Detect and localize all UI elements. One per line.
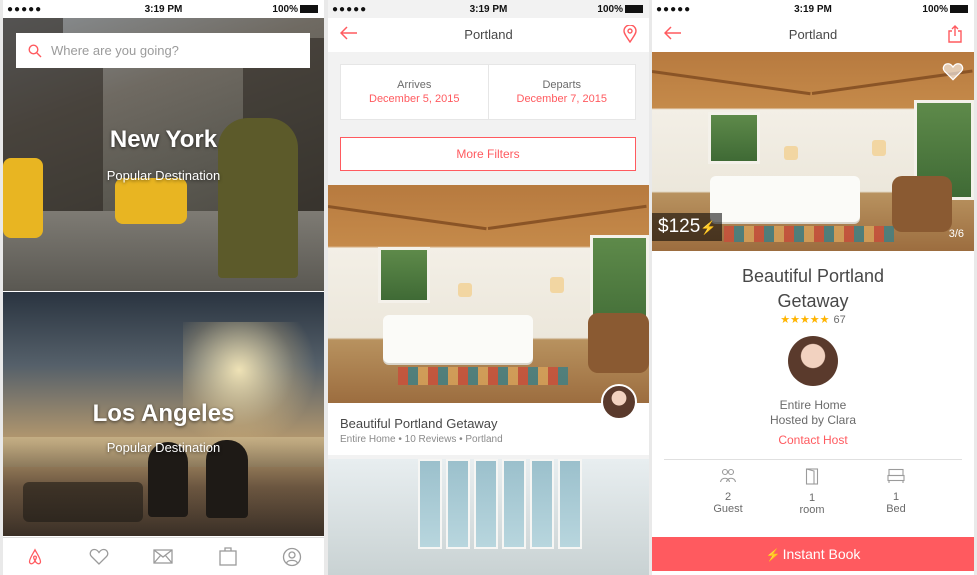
screen-explore: ●●●●● 3:19 PM 100% New York Popular Dest… — [3, 0, 324, 575]
arrives-date: December 5, 2015 — [369, 93, 460, 105]
battery-icon — [625, 5, 643, 13]
destination-card-los-angeles[interactable]: Los Angeles Popular Destination — [3, 292, 324, 536]
amenity-value: 1 — [892, 491, 900, 503]
battery-indicator: 100% — [597, 4, 643, 15]
home-type: Entire Home — [779, 398, 847, 412]
destination-title: New York — [109, 126, 218, 153]
amenity-value: 1 — [808, 492, 816, 504]
listing-title: Beautiful Portland Getaway — [741, 266, 885, 311]
listing-card[interactable]: Beautiful Portland Getaway Entire Home •… — [328, 403, 649, 455]
destination-subtitle: Popular Destination — [106, 440, 221, 455]
listing-name: Beautiful Portland Getaway — [340, 416, 498, 431]
amenity-label: Bed — [886, 503, 906, 515]
nav-bar: Portland — [328, 18, 649, 52]
door-icon — [805, 468, 819, 485]
page-title: Portland — [464, 27, 513, 42]
battery-indicator: 100% — [272, 4, 318, 15]
status-bar: ●●●●● 3:19 PM 100% — [652, 0, 974, 18]
status-bar: ●●●●● 3:19 PM 100% — [328, 0, 649, 18]
destination-subtitle: Popular Destination — [106, 168, 221, 183]
map-pin-icon[interactable] — [623, 24, 637, 48]
tab-bar — [3, 537, 324, 575]
share-icon[interactable] — [948, 25, 962, 48]
listing-meta: Entire Home • 10 Reviews • Portland — [340, 434, 503, 445]
amenity-guests: 2 Guest — [688, 468, 768, 515]
departs-date: December 7, 2015 — [516, 93, 608, 105]
listing-photo-next[interactable] — [328, 459, 649, 575]
battery-icon — [300, 5, 318, 13]
amenity-beds: 1 Bed — [856, 468, 936, 515]
review-count: 67 — [833, 314, 846, 326]
star-rating: ★★★★★ 67 — [780, 314, 846, 326]
status-bar: ●●●●● 3:19 PM 100% — [3, 0, 324, 18]
date-selector: Arrives December 5, 2015 Departs Decembe… — [340, 64, 636, 120]
mail-icon[interactable] — [152, 546, 174, 568]
battery-indicator: 100% — [922, 4, 968, 15]
contact-host-link[interactable]: Contact Host — [652, 433, 974, 447]
bed-icon — [887, 468, 905, 483]
arrives-cell[interactable]: Arrives December 5, 2015 — [341, 65, 488, 119]
nav-bar: Portland — [652, 18, 974, 52]
search-input[interactable]: Where are you going? — [16, 33, 310, 68]
amenity-label: room — [799, 504, 825, 516]
destination-title: Los Angeles — [92, 400, 235, 427]
arrives-label: Arrives — [397, 79, 432, 91]
host-avatar[interactable] — [788, 336, 838, 386]
more-filters-button[interactable]: More Filters — [340, 137, 636, 171]
heart-icon[interactable] — [88, 546, 110, 568]
departs-label: Departs — [542, 79, 582, 91]
host-avatar[interactable] — [601, 384, 637, 420]
favorite-heart-icon[interactable] — [942, 62, 964, 87]
lightning-icon: ⚡ — [765, 548, 781, 562]
hosted-by: Hosted by Clara — [769, 413, 857, 427]
listing-photo[interactable] — [328, 185, 649, 403]
instant-book-button[interactable]: ⚡ Instant Book — [652, 537, 974, 571]
lightning-icon: ⚡ — [700, 220, 717, 235]
amenity-label: Guest — [713, 503, 743, 515]
suitcase-icon[interactable] — [217, 546, 239, 568]
guests-icon — [719, 468, 737, 483]
battery-icon — [950, 5, 968, 13]
airbnb-logo-icon[interactable] — [24, 546, 46, 568]
price-tag: $125⚡ — [652, 213, 723, 241]
profile-icon[interactable] — [281, 546, 303, 568]
departs-cell[interactable]: Departs December 7, 2015 — [487, 65, 636, 119]
divider — [664, 459, 962, 460]
screen-search-results: ●●●●● 3:19 PM 100% Portland Arrives Dece… — [328, 0, 649, 575]
photo-counter: 3/6 — [948, 228, 964, 240]
search-placeholder: Where are you going? — [51, 43, 179, 58]
amenity-rooms: 1 room — [772, 468, 852, 516]
search-icon — [28, 43, 42, 57]
page-title: Portland — [788, 27, 838, 42]
amenity-value: 2 — [724, 491, 732, 503]
screen-listing-detail: ●●●●● 3:19 PM 100% Portland $125⚡ 3/6 Be… — [652, 0, 974, 575]
